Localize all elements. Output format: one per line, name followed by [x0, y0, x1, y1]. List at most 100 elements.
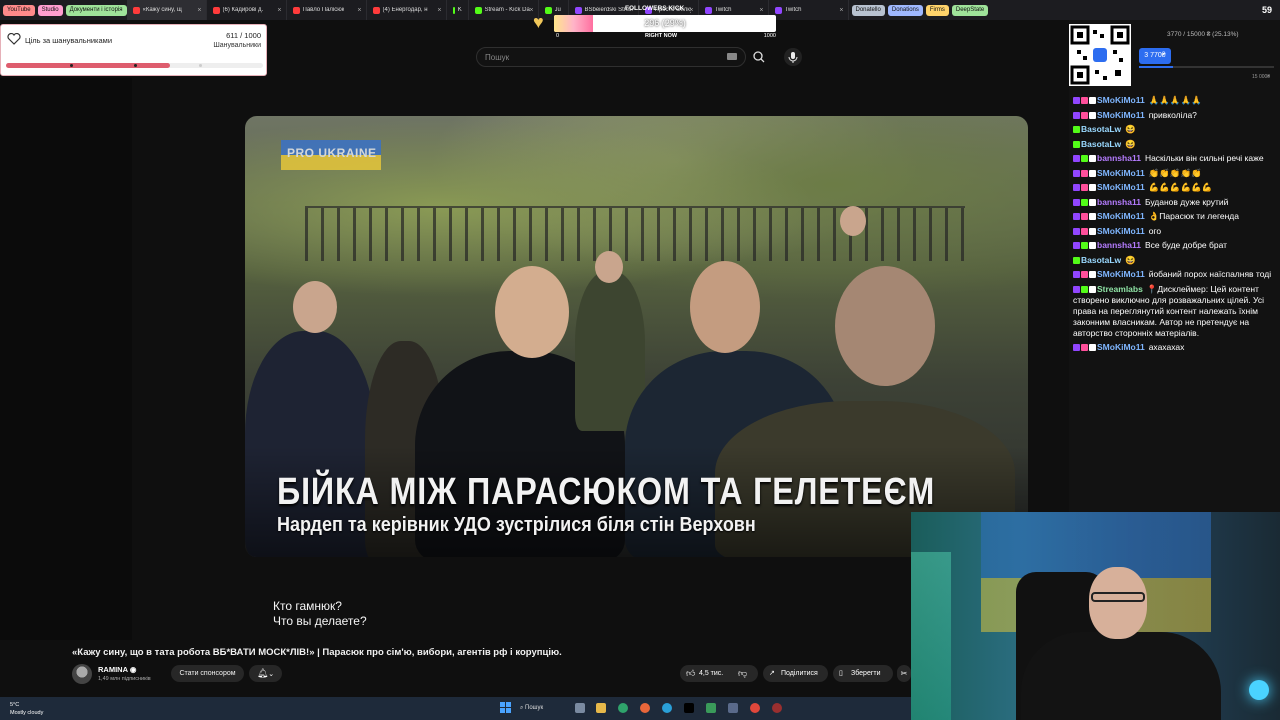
chat-badge-icon	[1073, 126, 1080, 133]
app-icon[interactable]	[728, 703, 738, 713]
video-headline: БІЙКА МІЖ ПАРАСЮКОМ ТА ГЕЛЕТЕЄМ	[277, 471, 936, 513]
browser-tab[interactable]: «Кажу сину, щ ×	[126, 0, 207, 20]
chat-badge-icon	[1089, 198, 1096, 206]
goal-title: Ціль за шанувальниками	[25, 36, 113, 45]
donation-progress-text: 3770 / 15000 ₴ (25.13%)	[1167, 31, 1239, 38]
edge-icon[interactable]	[618, 703, 628, 713]
telegram-icon[interactable]	[662, 703, 672, 713]
chat-username[interactable]: SMoKiMo11	[1097, 168, 1145, 178]
search-icon[interactable]	[750, 49, 768, 65]
browser-tab[interactable]: Stream - Kick Da ×	[469, 0, 539, 20]
chat-username[interactable]: Streamlabs	[1097, 284, 1143, 294]
thumbs-up-icon[interactable]: 👍︎	[686, 665, 695, 682]
bookmark-item[interactable]: Donatello	[851, 4, 885, 16]
join-sponsor-button[interactable]: Стати спонсором	[171, 665, 244, 682]
chat-message: Streamlabs 📍Дисклеймер: Цей контент створ…	[1073, 284, 1278, 339]
chat-username[interactable]: BasotaLw	[1081, 255, 1121, 265]
tab-favicon-icon	[212, 6, 220, 14]
browser-tab[interactable]: (4) Енергодар, н ×	[367, 0, 447, 20]
streamer-glasses	[1091, 592, 1145, 602]
bookmark-item[interactable]: DeepState	[951, 4, 989, 16]
chat-badge-icon	[1081, 198, 1088, 206]
chat-message: SMoKiMo11 👌Парасюк ти легенда	[1073, 211, 1278, 222]
microphone-icon[interactable]	[784, 48, 802, 66]
chat-username[interactable]: bannsha11	[1097, 240, 1141, 250]
search-input[interactable]: Пошук	[476, 47, 746, 67]
chat-badge-icon	[1073, 344, 1080, 351]
spreadsheet-icon[interactable]	[706, 703, 716, 713]
tab-favicon-icon	[292, 6, 300, 14]
obs-icon[interactable]	[772, 703, 782, 713]
chat-badge-icon	[1081, 285, 1088, 293]
chat-text: ого	[1148, 225, 1162, 236]
clip-button[interactable]: ✂	[897, 665, 911, 682]
chat-username[interactable]: BasotaLw	[1081, 124, 1121, 134]
chat-username[interactable]: SMoKiMo11	[1097, 226, 1145, 236]
task-view-icon[interactable]	[575, 703, 585, 713]
firefox-icon[interactable]	[640, 703, 650, 713]
donation-goal-amount: 15 000₴	[1252, 74, 1271, 80]
browser-tab[interactable]: Павло Палісюк ×	[287, 0, 367, 20]
chat-text: 😆	[1125, 254, 1136, 265]
browser-tab[interactable]: Kick	[447, 0, 469, 20]
chat-feed: SMoKiMo11 🙏🙏🙏🙏🙏 SMoKiMo11 привколіла? Basota…	[1073, 95, 1278, 357]
chat-message: SMoKiMo11 йобаний порох наїспалняв тоді	[1073, 269, 1278, 280]
chat-text: Все буде добре брат	[1144, 240, 1228, 250]
bookmark-item[interactable]: Donations	[887, 4, 923, 16]
bookmark-item[interactable]: YouTube	[3, 4, 35, 16]
bookmark-item[interactable]: Документи і історія	[65, 4, 127, 16]
left-sidebar-area	[0, 78, 132, 640]
goal-marker	[70, 64, 73, 67]
chat-username[interactable]: SMoKiMo11	[1097, 182, 1145, 192]
followers-kick-min: 0	[556, 33, 560, 39]
chat-badge-icon	[1089, 271, 1096, 278]
channel-avatar[interactable]	[72, 664, 92, 684]
notification-bell-button[interactable]: 🔔︎⌄	[249, 665, 282, 682]
chat-username[interactable]: SMoKiMo11	[1097, 269, 1145, 279]
save-button[interactable]: ▯ Зберегти	[833, 665, 893, 682]
like-dislike-group[interactable]: 👍︎ 4,5 тис. 👎︎	[680, 665, 758, 682]
share-button[interactable]: ↗ Поділитися	[763, 665, 828, 682]
tab-label: Twitch	[784, 7, 802, 13]
close-tab-icon[interactable]: ×	[437, 7, 441, 14]
taskbar-search-label: Пошук	[525, 705, 544, 711]
chat-badge-icon	[1073, 285, 1080, 293]
chat-badge-icon	[1089, 213, 1096, 220]
chat-username[interactable]: SMoKiMo11	[1097, 110, 1145, 120]
bookmark-item[interactable]: Studio	[37, 4, 63, 16]
tiktok-icon[interactable]	[684, 703, 694, 713]
keyboard-icon[interactable]	[727, 53, 737, 60]
channel-name[interactable]: RAMINA ◉	[98, 665, 136, 674]
chat-badge-icon	[1081, 155, 1088, 162]
close-tab-icon[interactable]: ×	[197, 7, 201, 14]
bookmark-item[interactable]: Firms	[925, 4, 949, 16]
qr-code-pattern	[1070, 25, 1130, 85]
chat-badge-icon	[1081, 271, 1088, 278]
chat-username[interactable]: bannsha11	[1097, 153, 1141, 163]
windows-start-icon[interactable]	[500, 702, 511, 713]
chrome-icon[interactable]	[750, 703, 760, 713]
chat-username[interactable]: SMoKiMo11	[1097, 95, 1145, 105]
browser-tab[interactable]: (6) Кадирові д. ×	[207, 0, 287, 20]
chat-text: 🙏🙏🙏🙏🙏	[1148, 95, 1202, 105]
tab-label: (6) Кадирові д.	[222, 7, 264, 13]
chat-badge-icon	[1073, 198, 1080, 206]
video-player[interactable]: PRO UKRAINE БІЙКА МІЖ ПАРАСЮКОМ ТА ГЕЛЕТ…	[245, 116, 1028, 557]
close-tab-icon[interactable]: ×	[839, 7, 843, 14]
close-tab-icon[interactable]: ×	[357, 7, 361, 14]
chat-badge-icon	[1081, 213, 1088, 220]
weather-widget[interactable]: 5°C Mostly cloudy	[10, 701, 43, 717]
taskbar-search[interactable]: ⌕ Пошук	[520, 702, 570, 715]
donation-current-amount: 3 770₴	[1139, 48, 1171, 64]
chat-username[interactable]: BasotaLw	[1081, 139, 1121, 149]
chat-username[interactable]: SMoKiMo11	[1097, 342, 1145, 352]
chat-text: Наскільки він сильні речі каже	[1144, 153, 1264, 163]
close-tab-icon[interactable]: ×	[277, 7, 281, 14]
thumbs-down-icon[interactable]: 👎︎	[738, 665, 747, 682]
chat-username[interactable]: bannsha11	[1097, 197, 1141, 207]
goal-progress-fill	[6, 63, 170, 68]
file-explorer-icon[interactable]	[596, 703, 606, 713]
subtitles: Кто гамнюк? Что вы делаете?	[273, 599, 367, 629]
chat-username[interactable]: SMoKiMo11	[1097, 211, 1145, 221]
goal-subtitle: Шанувальники	[213, 42, 261, 49]
